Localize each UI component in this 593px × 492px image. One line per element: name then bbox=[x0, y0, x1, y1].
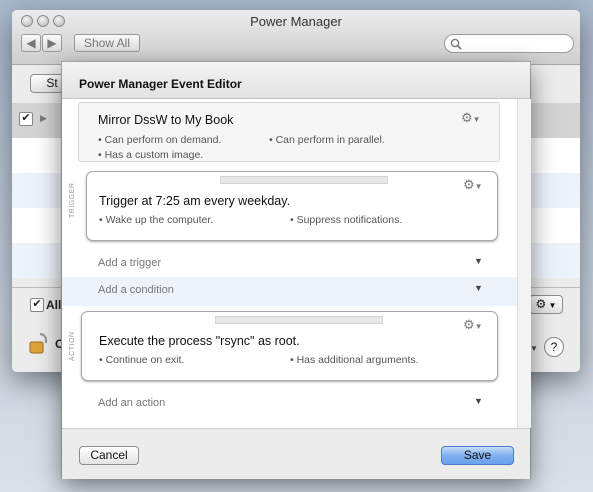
chevron-down-icon[interactable]: ▼ bbox=[530, 344, 538, 353]
forward-button[interactable]: ▶ bbox=[42, 34, 62, 52]
trigger-title: Trigger at 7:25 am every weekday. bbox=[99, 194, 291, 208]
trigger-gear-menu[interactable]: ⚙▼ bbox=[463, 177, 483, 193]
trigger-card[interactable]: ⚙▼ Trigger at 7:25 am every weekday. • W… bbox=[86, 171, 498, 241]
summary-bullet: • Can perform in parallel. bbox=[269, 134, 385, 146]
chevron-down-icon[interactable]: ▼ bbox=[474, 396, 483, 406]
disclosure-triangle-icon[interactable]: ▶ bbox=[40, 113, 47, 124]
chevron-down-icon: ▼ bbox=[472, 115, 481, 124]
show-all-button[interactable]: Show All bbox=[74, 34, 140, 52]
summary-bullet: • Can perform on demand. bbox=[98, 134, 222, 146]
chevron-down-icon[interactable]: ▼ bbox=[474, 283, 483, 293]
gear-icon: ⚙ bbox=[463, 317, 475, 332]
gear-icon: ⚙ bbox=[463, 177, 475, 192]
gear-icon: ⚙ bbox=[461, 110, 473, 125]
summary-gear-menu[interactable]: ⚙▼ bbox=[461, 110, 481, 126]
add-action-row[interactable]: Add an action ▼ bbox=[62, 390, 517, 417]
trigger-progress-bar bbox=[220, 176, 388, 184]
gear-icon: ⚙ bbox=[535, 297, 547, 311]
chevron-down-icon[interactable]: ▼ bbox=[474, 256, 483, 266]
summary-bullet: • Has a custom image. bbox=[98, 149, 204, 161]
window-title: Power Manager bbox=[250, 14, 342, 29]
action-menu-button[interactable]: ⚙ ▼ bbox=[529, 295, 563, 314]
chevron-down-icon: ▼ bbox=[546, 301, 557, 310]
action-section: ACTION ⚙▼ Execute the process "rsync" as… bbox=[62, 306, 517, 428]
chevron-down-icon: ▼ bbox=[474, 182, 483, 191]
all-checkbox[interactable]: ✔ bbox=[30, 298, 44, 312]
trigger-bullet: • Wake up the computer. bbox=[99, 214, 214, 226]
cancel-button[interactable]: Cancel bbox=[79, 446, 139, 465]
row-checkbox[interactable]: ✔ bbox=[19, 112, 33, 126]
back-button[interactable]: ◀ bbox=[21, 34, 41, 52]
sheet-title: Power Manager Event Editor bbox=[79, 77, 242, 91]
event-summary[interactable]: Mirror DssW to My Book ⚙▼ • Can perform … bbox=[78, 102, 500, 162]
scrollbar[interactable] bbox=[517, 99, 531, 428]
titlebar: Power Manager ◀ ▶ Show All bbox=[12, 10, 580, 65]
lock-icon[interactable] bbox=[29, 331, 51, 355]
add-condition-label: Add a condition bbox=[98, 284, 174, 296]
search-icon bbox=[450, 38, 462, 50]
action-gear-menu[interactable]: ⚙▼ bbox=[463, 317, 483, 333]
sheet-header: Power Manager Event Editor bbox=[62, 62, 530, 99]
trigger-bullet: • Suppress notifications. bbox=[290, 214, 403, 226]
add-trigger-row[interactable]: Add a trigger ▼ bbox=[62, 250, 517, 277]
event-name: Mirror DssW to My Book bbox=[98, 113, 234, 127]
add-trigger-label: Add a trigger bbox=[98, 257, 161, 269]
add-action-label: Add an action bbox=[98, 397, 166, 409]
action-progress-bar bbox=[215, 316, 383, 324]
action-title: Execute the process "rsync" as root. bbox=[99, 334, 300, 348]
add-condition-row[interactable]: Add a condition ▼ bbox=[62, 277, 517, 306]
chevron-down-icon: ▼ bbox=[474, 322, 483, 331]
event-editor: Mirror DssW to My Book ⚙▼ • Can perform … bbox=[62, 99, 517, 428]
action-card[interactable]: ⚙▼ Execute the process "rsync" as root. … bbox=[81, 311, 498, 381]
trigger-side-label: TRIGGER bbox=[69, 182, 76, 218]
action-bullet: • Continue on exit. bbox=[99, 354, 185, 366]
sheet-footer: Cancel Save bbox=[62, 428, 530, 479]
save-button[interactable]: Save bbox=[441, 446, 514, 465]
all-label: All bbox=[46, 298, 62, 312]
action-bullet: • Has additional arguments. bbox=[290, 354, 419, 366]
search-input[interactable] bbox=[444, 34, 574, 53]
action-side-label: ACTION bbox=[69, 331, 76, 361]
help-icon[interactable]: ? bbox=[544, 337, 564, 357]
event-editor-sheet: Power Manager Event Editor Mirror DssW t… bbox=[62, 62, 531, 479]
